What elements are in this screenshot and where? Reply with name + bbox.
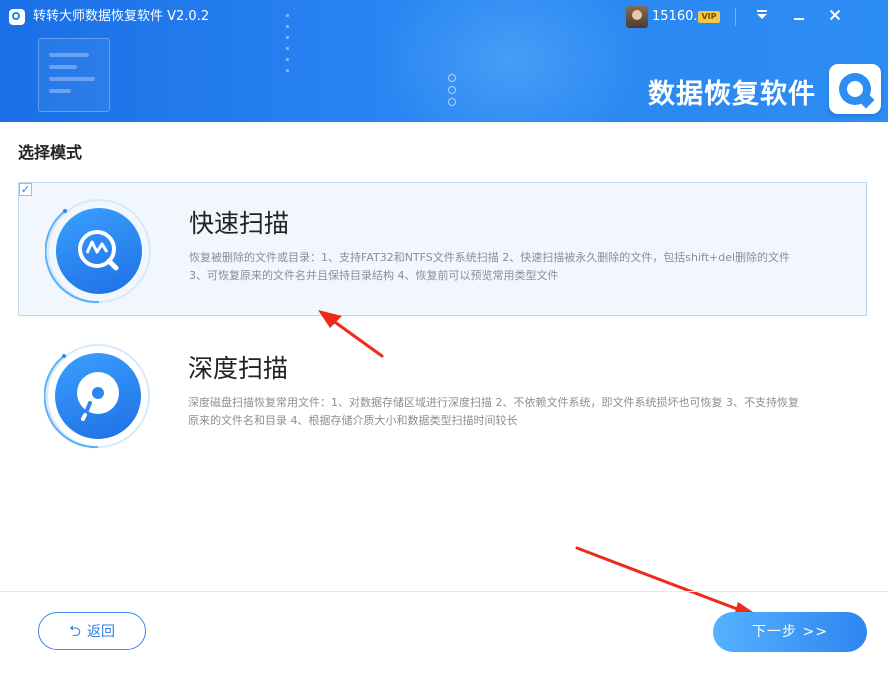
back-button[interactable]: ⮌ 返回	[38, 612, 146, 650]
close-button[interactable]	[824, 6, 846, 28]
avatar	[626, 6, 648, 28]
option-description: 深度磁盘扫描恢复常用文件：1、对数据存储区域进行深度扫描 2、不依赖文件系统，即…	[188, 396, 799, 427]
brand-logo-icon	[829, 64, 881, 114]
checkmark-icon[interactable]: ✓	[19, 183, 32, 196]
header-glow	[380, 0, 640, 122]
deep-scan-icon	[55, 353, 141, 439]
quick-scan-ring	[45, 197, 153, 305]
next-button[interactable]: 下一步 >>	[713, 612, 867, 652]
decorative-rings	[448, 74, 456, 110]
option-title: 深度扫描	[188, 354, 289, 383]
section-title: 选择模式	[18, 143, 83, 162]
app-title: 转转大师数据恢复软件 V2.0.2	[33, 9, 210, 24]
menu-dropdown-icon	[757, 10, 767, 19]
quick-scan-icon	[56, 208, 142, 294]
menu-dropdown-button[interactable]	[751, 6, 773, 28]
option-quick-scan[interactable]: ✓ 快速扫描 恢复被删除的文件或目录：1、支持FAT32和NTFS文件系统扫描 …	[18, 182, 867, 316]
option-description: 恢复被删除的文件或目录：1、支持FAT32和NTFS文件系统扫描 2、快速扫描被…	[189, 251, 791, 282]
minimize-button[interactable]	[788, 6, 810, 28]
minimize-icon	[794, 18, 804, 20]
header-banner: 转转大师数据恢复软件 V2.0.2 15160... VIP 数据恢复软件	[0, 0, 888, 122]
decorative-panel	[38, 38, 110, 112]
close-icon	[829, 9, 841, 21]
deep-scan-ring	[44, 342, 152, 450]
user-account[interactable]: 15160... VIP	[626, 6, 722, 28]
option-title: 快速扫描	[189, 209, 290, 238]
decorative-dots	[286, 14, 292, 80]
divider	[735, 8, 736, 26]
footer-divider	[0, 591, 888, 592]
back-arrow-icon: ⮌	[68, 622, 81, 640]
back-button-label: 返回	[87, 624, 115, 640]
vip-badge: VIP	[698, 11, 720, 23]
app-logo-icon	[9, 9, 25, 25]
option-deep-scan[interactable]: 深度扫描 深度磁盘扫描恢复常用文件：1、对数据存储区域进行深度扫描 2、不依赖文…	[18, 328, 867, 462]
brand-text: 数据恢复软件	[648, 79, 816, 110]
